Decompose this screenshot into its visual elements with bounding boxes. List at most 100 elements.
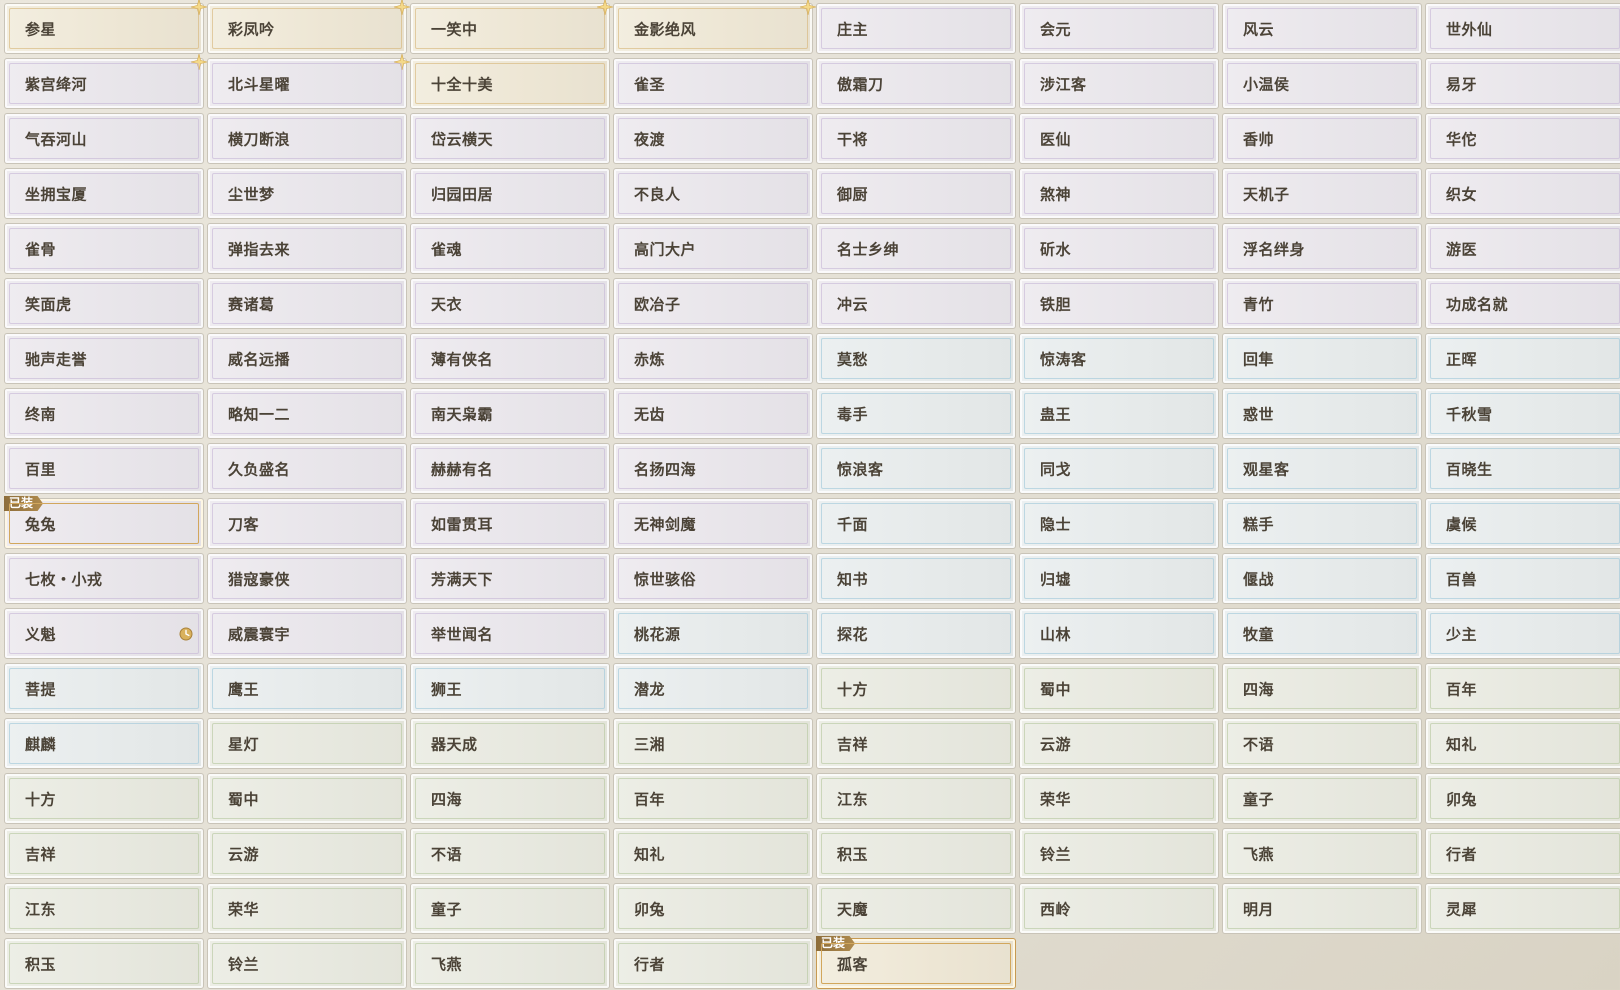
title-card[interactable]: 山林 — [1019, 608, 1219, 659]
title-card[interactable]: 观星客 — [1222, 443, 1422, 494]
title-card[interactable]: 斫水 — [1019, 223, 1219, 274]
title-card[interactable]: 雀骨 — [4, 223, 204, 274]
title-card[interactable]: 桃花源 — [613, 608, 813, 659]
title-card[interactable]: 不良人 — [613, 168, 813, 219]
title-card[interactable]: 尘世梦 — [207, 168, 407, 219]
title-card[interactable]: 岱云横天 — [410, 113, 610, 164]
title-card[interactable]: 莫愁 — [816, 333, 1016, 384]
title-card[interactable]: 积玉 — [4, 938, 204, 989]
title-card[interactable]: 易牙 — [1425, 58, 1620, 109]
title-card[interactable]: 一笑中 — [410, 0, 613, 54]
title-card[interactable]: 世外仙 — [1425, 3, 1620, 54]
title-card[interactable]: 江东 — [4, 883, 204, 934]
title-card[interactable]: 回隼 — [1222, 333, 1422, 384]
title-card[interactable]: 惊涛客 — [1019, 333, 1219, 384]
title-card[interactable]: 百年 — [1425, 663, 1620, 714]
title-card[interactable]: 七枚・小戎 — [4, 553, 204, 604]
title-card[interactable]: 芳满天下 — [410, 553, 610, 604]
title-card[interactable]: 虞候 — [1425, 498, 1620, 549]
title-card[interactable]: 游医 — [1425, 223, 1620, 274]
title-card[interactable]: 江东 — [816, 773, 1016, 824]
title-card[interactable]: 探花 — [816, 608, 1016, 659]
title-card[interactable]: 十方 — [4, 773, 204, 824]
title-card[interactable]: 猎寇豪侠 — [207, 553, 407, 604]
title-card[interactable]: 惊世骇俗 — [613, 553, 813, 604]
title-card[interactable]: 南天枭霸 — [410, 388, 610, 439]
title-card[interactable]: 毒手 — [816, 388, 1016, 439]
title-card[interactable]: 久负盛名 — [207, 443, 407, 494]
title-card[interactable]: 百兽 — [1425, 553, 1620, 604]
title-card[interactable]: 举世闻名 — [410, 608, 610, 659]
title-card[interactable]: 正晖 — [1425, 333, 1620, 384]
title-card[interactable]: 偃战 — [1222, 553, 1422, 604]
title-card[interactable]: 明月 — [1222, 883, 1422, 934]
title-card[interactable]: 吉祥 — [816, 718, 1016, 769]
title-card[interactable]: 会元 — [1019, 3, 1219, 54]
title-card[interactable]: 蜀中 — [207, 773, 407, 824]
title-card[interactable]: 名扬四海 — [613, 443, 813, 494]
title-card[interactable]: 菩提 — [4, 663, 204, 714]
title-card[interactable]: 行者 — [613, 938, 813, 989]
title-card[interactable]: 童子 — [410, 883, 610, 934]
title-card[interactable]: 不语 — [410, 828, 610, 879]
title-card[interactable]: 雀魂 — [410, 223, 610, 274]
title-card[interactable]: 略知一二 — [207, 388, 407, 439]
title-card[interactable]: 雀圣 — [613, 58, 813, 109]
title-card[interactable]: 青竹 — [1222, 278, 1422, 329]
title-card[interactable]: 刀客 — [207, 498, 407, 549]
title-card[interactable]: 器天成 — [410, 718, 610, 769]
title-card[interactable]: 参星 — [4, 0, 207, 54]
title-card[interactable]: 织女 — [1425, 168, 1620, 219]
title-card[interactable]: 荣华 — [1019, 773, 1219, 824]
title-card[interactable]: 浮名绊身 — [1222, 223, 1422, 274]
title-card[interactable]: 彩凤吟 — [207, 0, 410, 54]
title-card[interactable]: 天魔 — [816, 883, 1016, 934]
title-card[interactable]: 卯兔 — [1425, 773, 1620, 824]
title-card[interactable]: 隐士 — [1019, 498, 1219, 549]
title-card[interactable]: 小温侯 — [1222, 58, 1422, 109]
title-card[interactable]: 北斗星曜 — [207, 54, 410, 109]
title-card[interactable]: 终南 — [4, 388, 204, 439]
title-card[interactable]: 荣华 — [207, 883, 407, 934]
title-card[interactable]: 鹰王 — [207, 663, 407, 714]
title-card[interactable]: 威震寰宇 — [207, 608, 407, 659]
title-card[interactable]: 十全十美 — [410, 58, 610, 109]
title-card[interactable]: 傲霜刀 — [816, 58, 1016, 109]
title-card[interactable]: 赛诸葛 — [207, 278, 407, 329]
title-card[interactable]: 香帅 — [1222, 113, 1422, 164]
title-card[interactable]: 坐拥宝厦 — [4, 168, 204, 219]
title-card[interactable]: 已装 孤客 — [816, 936, 1016, 989]
title-card[interactable]: 无齿 — [613, 388, 813, 439]
title-card[interactable]: 西岭 — [1019, 883, 1219, 934]
title-card[interactable]: 御厨 — [816, 168, 1016, 219]
title-card[interactable]: 狮王 — [410, 663, 610, 714]
title-card[interactable]: 四海 — [410, 773, 610, 824]
title-card[interactable]: 已装 兔兔 — [4, 496, 204, 549]
title-card[interactable]: 惊浪客 — [816, 443, 1016, 494]
title-card[interactable]: 卯兔 — [613, 883, 813, 934]
title-card[interactable]: 铃兰 — [1019, 828, 1219, 879]
title-card[interactable]: 气吞河山 — [4, 113, 204, 164]
title-card[interactable]: 华佗 — [1425, 113, 1620, 164]
title-card[interactable]: 蜀中 — [1019, 663, 1219, 714]
title-card[interactable]: 功成名就 — [1425, 278, 1620, 329]
title-card[interactable]: 十方 — [816, 663, 1016, 714]
title-card[interactable]: 同戈 — [1019, 443, 1219, 494]
title-card[interactable]: 紫宫绛河 — [4, 54, 207, 109]
title-card[interactable]: 弹指去来 — [207, 223, 407, 274]
title-card[interactable]: 云游 — [1019, 718, 1219, 769]
title-card[interactable]: 医仙 — [1019, 113, 1219, 164]
title-card[interactable]: 铁胆 — [1019, 278, 1219, 329]
title-card[interactable]: 薄有侠名 — [410, 333, 610, 384]
title-card[interactable]: 义魁 — [4, 608, 204, 659]
title-card[interactable]: 四海 — [1222, 663, 1422, 714]
title-card[interactable]: 如雷贯耳 — [410, 498, 610, 549]
title-card[interactable]: 吉祥 — [4, 828, 204, 879]
title-card[interactable]: 云游 — [207, 828, 407, 879]
title-card[interactable]: 金影绝风 — [613, 0, 816, 54]
title-card[interactable]: 积玉 — [816, 828, 1016, 879]
title-card[interactable]: 夜渡 — [613, 113, 813, 164]
title-card[interactable]: 童子 — [1222, 773, 1422, 824]
title-card[interactable]: 千秋雪 — [1425, 388, 1620, 439]
title-card[interactable]: 欧冶子 — [613, 278, 813, 329]
